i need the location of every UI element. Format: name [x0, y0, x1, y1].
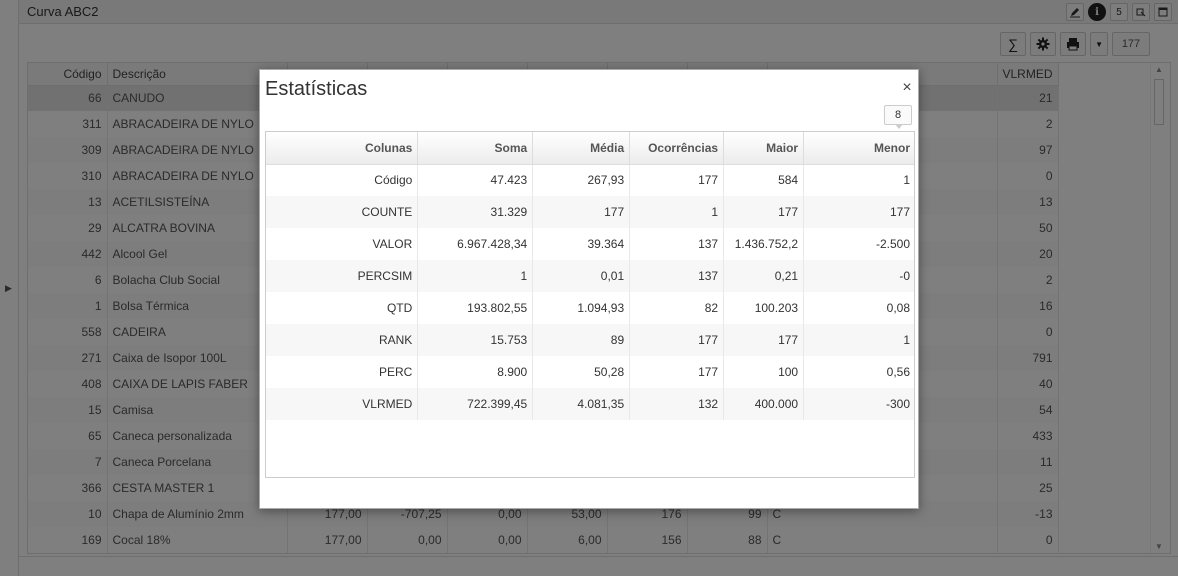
stats-cell-sum: 6.967.428,34 — [417, 228, 534, 260]
stats-cell-avg: 1.094,93 — [532, 292, 631, 324]
header-soma[interactable]: Soma — [417, 132, 534, 165]
stats-cell-occ: 132 — [629, 388, 725, 420]
stats-cell-max: 0,21 — [723, 260, 805, 292]
stats-cell-min: 1 — [803, 324, 914, 356]
stats-cell-min: -300 — [803, 388, 914, 420]
close-icon[interactable]: × — [900, 80, 914, 96]
stats-cell-avg: 177 — [532, 196, 631, 228]
stats-cell-occ: 177 — [629, 164, 725, 196]
stats-header-row: Colunas Soma Média Ocorrências Maior Men… — [266, 132, 914, 165]
stats-cell-min: 0,56 — [803, 356, 914, 388]
stats-cell-col: COUNTE — [266, 196, 419, 228]
dialog-title: Estatísticas — [265, 78, 368, 100]
stats-cell-min: -2.500 — [803, 228, 914, 260]
header-maior[interactable]: Maior — [723, 132, 805, 165]
stats-cell-avg: 39.364 — [532, 228, 631, 260]
stats-cell-occ: 177 — [629, 324, 725, 356]
stats-cell-sum: 15.753 — [417, 324, 534, 356]
stats-cell-col: VALOR — [266, 228, 419, 260]
stats-cell-min: 177 — [803, 196, 914, 228]
stats-row[interactable]: VALOR 6.967.428,34 39.364 137 1.436.752,2 -2.… — [266, 228, 914, 260]
header-ocorrencias[interactable]: Ocorrências — [629, 132, 725, 165]
stats-cell-col: Código — [266, 164, 419, 196]
stats-cell-occ: 137 — [629, 260, 725, 292]
stats-cell-sum: 722.399,45 — [417, 388, 534, 420]
stats-cell-col: PERCSIM — [266, 260, 419, 292]
stats-row[interactable]: COUNTE 31.329 177 1 177 177 — [266, 196, 914, 228]
header-media[interactable]: Média — [532, 132, 631, 165]
stats-row[interactable]: PERCSIM 1 0,01 137 0,21 -0 — [266, 260, 914, 292]
stats-cell-avg: 0,01 — [532, 260, 631, 292]
statistics-dialog: Estatísticas × 8 Colunas Soma Média Ocor… — [259, 69, 919, 509]
stats-cell-min: -0 — [803, 260, 914, 292]
stats-cell-avg: 50,28 — [532, 356, 631, 388]
stats-cell-occ: 1 — [629, 196, 725, 228]
stats-cell-max: 400.000 — [723, 388, 805, 420]
stats-cell-col: RANK — [266, 324, 419, 356]
stats-cell-occ: 82 — [629, 292, 725, 324]
stats-row[interactable]: VLRMED 722.399,45 4.081,35 132 400.000 -300 — [266, 388, 914, 420]
stats-cell-sum: 8.900 — [417, 356, 534, 388]
stats-cell-min: 1 — [803, 164, 914, 196]
stats-cell-col: PERC — [266, 356, 419, 388]
stats-cell-max: 177 — [723, 324, 805, 356]
stats-cell-max: 1.436.752,2 — [723, 228, 805, 260]
stats-row[interactable]: PERC 8.900 50,28 177 100 0,56 — [266, 356, 914, 388]
stats-cell-sum: 1 — [417, 260, 534, 292]
stats-cell-min: 0,08 — [803, 292, 914, 324]
stats-cell-max: 100.203 — [723, 292, 805, 324]
stats-cell-sum: 31.329 — [417, 196, 534, 228]
stats-cell-sum: 193.802,55 — [417, 292, 534, 324]
stats-cell-max: 177 — [723, 196, 805, 228]
stats-cell-max: 100 — [723, 356, 805, 388]
stats-cell-avg: 4.081,35 — [532, 388, 631, 420]
header-colunas[interactable]: Colunas — [266, 132, 419, 165]
row-count-badge: 8 — [884, 105, 912, 129]
stats-cell-avg: 267,93 — [532, 164, 631, 196]
stats-cell-sum: 47.423 — [417, 164, 534, 196]
header-menor[interactable]: Menor — [803, 132, 914, 165]
stats-cell-occ: 137 — [629, 228, 725, 260]
stats-cell-avg: 89 — [532, 324, 631, 356]
stats-cell-col: VLRMED — [266, 388, 419, 420]
stats-cell-col: QTD — [266, 292, 419, 324]
stats-row[interactable]: Código 47.423 267,93 177 584 1 — [266, 164, 914, 196]
statistics-table: Colunas Soma Média Ocorrências Maior Men… — [265, 131, 915, 478]
stats-cell-max: 584 — [723, 164, 805, 196]
stats-cell-occ: 177 — [629, 356, 725, 388]
stats-row[interactable]: RANK 15.753 89 177 177 1 — [266, 324, 914, 356]
stats-row[interactable]: QTD 193.802,55 1.094,93 82 100.203 0,08 — [266, 292, 914, 324]
